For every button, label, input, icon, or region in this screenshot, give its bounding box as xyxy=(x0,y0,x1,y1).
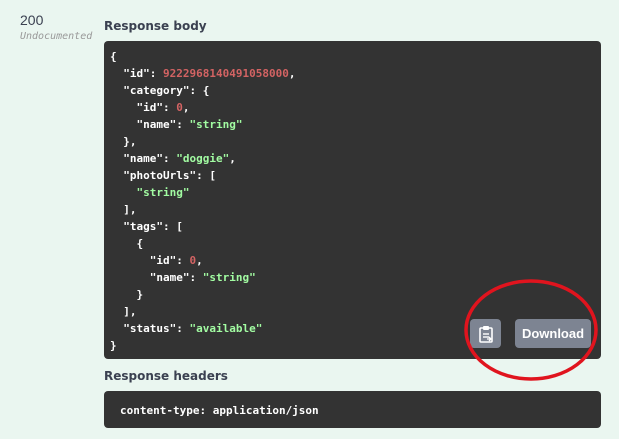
clipboard-icon xyxy=(478,325,493,343)
code-line: { xyxy=(110,48,601,65)
download-button[interactable]: Download xyxy=(515,319,591,348)
code-line: "name": "string" xyxy=(110,116,601,133)
response-header-line: content-type: application/json xyxy=(120,404,319,417)
code-line: }, xyxy=(110,133,601,150)
string-token: "string" xyxy=(189,118,243,131)
code-line: "category": { xyxy=(110,82,601,99)
syntax-token: ], xyxy=(110,305,137,318)
code-line: ], xyxy=(110,201,601,218)
response-body-title: Response body xyxy=(104,19,207,33)
number-token: 9222968140491058000 xyxy=(162,67,289,80)
response-status-code: 200 xyxy=(20,12,44,28)
code-line: { xyxy=(110,235,601,252)
syntax-token: "id": xyxy=(110,254,190,267)
syntax-token: "id": xyxy=(110,67,163,80)
number-token: 0 xyxy=(176,101,183,114)
syntax-token: { xyxy=(110,50,117,63)
response-status-description: Undocumented xyxy=(20,31,93,42)
syntax-token: } xyxy=(110,339,117,352)
string-token: "doggie" xyxy=(176,152,230,165)
code-line: "tags": [ xyxy=(110,218,601,235)
code-line: ], xyxy=(110,303,601,320)
code-line: "id": 0, xyxy=(110,99,601,116)
syntax-token: "name": xyxy=(110,152,177,165)
response-headers-title: Response headers xyxy=(104,369,228,383)
syntax-token: { xyxy=(110,237,144,250)
syntax-token: }, xyxy=(110,135,137,148)
code-line: } xyxy=(110,286,601,303)
response-body-code[interactable]: { "id": 9222968140491058000, "category":… xyxy=(104,41,601,359)
syntax-token: "name": xyxy=(110,271,203,284)
code-line: "name": "doggie", xyxy=(110,150,601,167)
code-line: "id": 9222968140491058000, xyxy=(110,65,601,82)
copy-to-clipboard-button[interactable] xyxy=(470,319,501,348)
syntax-token: "status": xyxy=(110,322,190,335)
string-token: "string" xyxy=(110,186,190,199)
syntax-token: "name": xyxy=(110,118,190,131)
syntax-token: , xyxy=(196,254,203,267)
code-line: "id": 0, xyxy=(110,252,601,269)
response-headers-code[interactable]: content-type: application/json xyxy=(104,391,601,428)
syntax-token: ], xyxy=(110,203,137,216)
syntax-token: , xyxy=(182,101,190,114)
code-line: "photoUrls": [ xyxy=(110,167,601,184)
syntax-token: , xyxy=(229,152,236,165)
code-line: "string" xyxy=(110,184,601,201)
string-token: "available" xyxy=(189,322,263,335)
code-line: "name": "string" xyxy=(110,269,601,286)
string-token: "string" xyxy=(202,271,256,284)
syntax-token: } xyxy=(110,288,144,301)
syntax-token: , xyxy=(288,67,296,80)
syntax-token: "category": { xyxy=(110,84,210,97)
syntax-token: "id": xyxy=(110,101,177,114)
syntax-token: "photoUrls": [ xyxy=(110,169,216,182)
page-right-edge xyxy=(619,0,626,439)
syntax-token: "tags": [ xyxy=(110,220,183,233)
